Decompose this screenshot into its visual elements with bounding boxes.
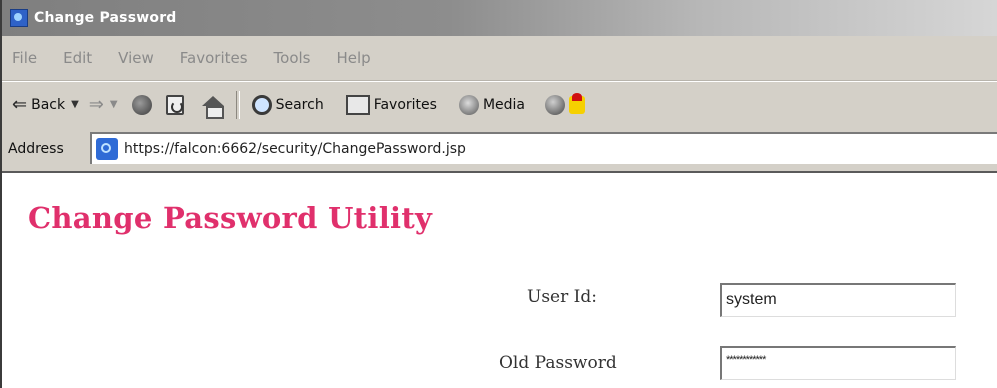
home-button[interactable] xyxy=(201,95,224,119)
refresh-button[interactable] xyxy=(165,94,184,115)
history-button[interactable] xyxy=(545,94,566,115)
browser-icon xyxy=(10,9,28,27)
old-password-label: Old Password xyxy=(499,353,617,373)
menu-bar: File Edit View Favorites Tools Help xyxy=(2,36,997,81)
back-dropdown-icon[interactable]: ▼ xyxy=(71,99,79,110)
page-content: Change Password Utility User Id: system … xyxy=(2,173,997,388)
refresh-icon xyxy=(165,94,184,115)
address-input[interactable]: https://falcon:6662/security/ChangePassw… xyxy=(90,132,997,164)
page-icon xyxy=(96,138,118,160)
media-label: Media xyxy=(482,96,526,113)
window-title: Change Password xyxy=(34,10,177,26)
messenger-icon xyxy=(569,92,586,114)
favorites-icon xyxy=(345,94,370,115)
stop-button[interactable] xyxy=(131,94,152,115)
back-label: Back xyxy=(31,96,66,113)
menu-tools[interactable]: Tools xyxy=(274,49,311,67)
title-bar: Change Password xyxy=(2,0,997,36)
user-id-field[interactable]: system xyxy=(720,283,956,317)
address-label: Address xyxy=(8,141,64,157)
user-id-label: User Id: xyxy=(527,287,597,307)
back-button[interactable]: ⇐ Back ▼ xyxy=(12,94,79,115)
media-icon xyxy=(458,94,479,115)
favorites-button[interactable]: Favorites xyxy=(345,94,437,115)
toolbar-separator xyxy=(235,90,240,119)
media-button[interactable]: Media xyxy=(458,94,526,115)
back-arrow-icon: ⇐ xyxy=(12,94,28,115)
search-icon xyxy=(251,94,272,115)
menu-edit[interactable]: Edit xyxy=(63,49,92,67)
browser-window: Change Password File Edit View Favorites… xyxy=(0,0,997,388)
menu-help[interactable]: Help xyxy=(337,49,371,67)
messenger-button[interactable] xyxy=(569,92,586,114)
forward-button[interactable]: ⇒ ▼ xyxy=(89,94,118,115)
search-label: Search xyxy=(275,96,324,113)
old-password-field[interactable]: ************ xyxy=(720,346,956,380)
page-title: Change Password Utility xyxy=(28,201,433,235)
home-icon xyxy=(201,95,224,119)
forward-dropdown-icon[interactable]: ▼ xyxy=(110,99,118,110)
toolbar: ⇐ Back ▼ ⇒ ▼ Search Favorites Media xyxy=(2,81,997,128)
favorites-label: Favorites xyxy=(373,96,437,113)
history-globe-icon xyxy=(545,94,566,115)
menu-favorites[interactable]: Favorites xyxy=(180,49,248,67)
address-url: https://falcon:6662/security/ChangePassw… xyxy=(124,141,466,157)
forward-arrow-icon: ⇒ xyxy=(88,94,104,115)
menu-file[interactable]: File xyxy=(12,49,37,67)
address-bar: Address https://falcon:6662/security/Cha… xyxy=(2,127,997,173)
search-button[interactable]: Search xyxy=(251,94,324,115)
menu-view[interactable]: View xyxy=(118,49,154,67)
stop-icon xyxy=(131,94,152,115)
